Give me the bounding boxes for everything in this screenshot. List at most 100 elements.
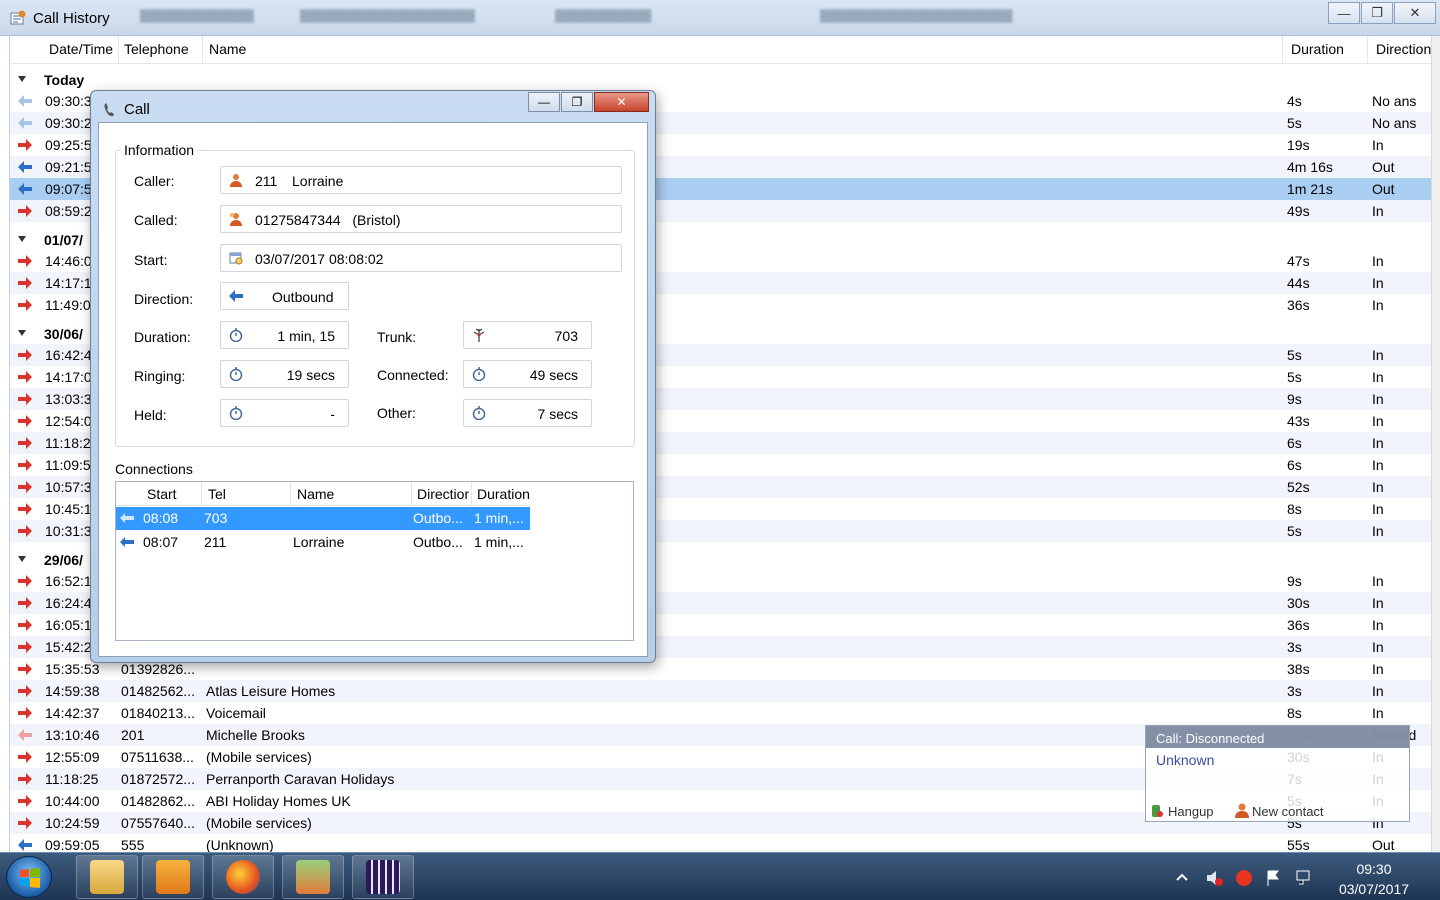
row-duration: 55s bbox=[1287, 837, 1310, 852]
row-datetime: 09:59:05 bbox=[45, 837, 100, 852]
dialog-window-controls: — ❐ ✕ bbox=[527, 92, 649, 112]
notification-header: Call: Disconnected bbox=[1146, 726, 1409, 748]
row-datetime: 11:18:25 bbox=[45, 771, 99, 787]
close-button[interactable]: ✕ bbox=[1394, 2, 1436, 24]
network-icon[interactable] bbox=[1295, 869, 1313, 887]
row-direction: Out bbox=[1372, 837, 1395, 852]
direction-field[interactable]: Outbound bbox=[220, 282, 349, 310]
dialog-minimize-button[interactable]: — bbox=[528, 92, 560, 112]
row-datetime: 10:44:00 bbox=[45, 793, 100, 809]
column-duration[interactable]: Duration bbox=[1291, 41, 1344, 57]
connection-row[interactable]: 08:08 703 Outbo... 1 min,... bbox=[116, 507, 530, 530]
collapse-triangle-icon[interactable] bbox=[18, 236, 26, 242]
row-duration: 1m 21s bbox=[1287, 181, 1333, 197]
conn-column-start[interactable]: Start bbox=[147, 486, 177, 502]
called-field[interactable]: 01275847344 (Bristol) bbox=[220, 205, 622, 233]
ringing-field[interactable]: 19 secs bbox=[220, 360, 349, 388]
other-value: 7 secs bbox=[537, 406, 578, 422]
minimize-button[interactable]: — bbox=[1328, 2, 1360, 24]
row-duration: 8s bbox=[1287, 705, 1302, 721]
row-datetime: 10:45:1 bbox=[45, 501, 92, 517]
column-name[interactable]: Name bbox=[209, 41, 246, 57]
system-clock[interactable]: 09:30 03/07/2017 bbox=[1320, 859, 1428, 899]
column-direction[interactable]: Direction bbox=[1376, 41, 1431, 57]
duration-field[interactable]: 1 min, 15 bbox=[220, 321, 349, 349]
group-header[interactable]: Today bbox=[10, 68, 1431, 92]
new-contact-button[interactable]: New contact bbox=[1252, 804, 1324, 819]
conn-column-direction[interactable]: Direction bbox=[417, 486, 469, 502]
call-notification-popup: Call: Disconnected Unknown Hangup New co… bbox=[1145, 725, 1410, 822]
held-label: Held: bbox=[134, 407, 167, 423]
taskbar-explorer[interactable] bbox=[76, 855, 138, 899]
row-duration: 36s bbox=[1287, 297, 1310, 313]
conn-column-tel[interactable]: Tel bbox=[208, 486, 226, 502]
row-duration: 38s bbox=[1287, 661, 1310, 677]
trunk-icon bbox=[473, 328, 485, 342]
caller-field[interactable]: 211 Lorraine bbox=[220, 166, 622, 194]
table-row[interactable]: 14:42:37 01840213... Voicemail 8s In bbox=[10, 702, 1431, 724]
row-name: Atlas Leisure Homes bbox=[206, 683, 336, 699]
show-hidden-icons-icon[interactable] bbox=[1175, 871, 1189, 883]
row-duration: 52s bbox=[1287, 479, 1310, 495]
taskbar-call-history[interactable] bbox=[352, 855, 414, 899]
table-row[interactable]: 14:59:38 01482562... Atlas Leisure Homes 3s… bbox=[10, 680, 1431, 702]
taskbar-firefox[interactable] bbox=[212, 855, 274, 899]
connected-value: 49 secs bbox=[529, 367, 578, 383]
conn-column-name[interactable]: Name bbox=[297, 486, 334, 502]
trunk-field[interactable]: 703 bbox=[463, 321, 592, 349]
dialog-close-button[interactable]: ✕ bbox=[594, 92, 649, 112]
hangup-button[interactable]: Hangup bbox=[1168, 804, 1214, 819]
outbound-arrow-icon bbox=[229, 290, 243, 302]
row-duration: 5s bbox=[1287, 115, 1302, 131]
inbound-arrow-icon bbox=[18, 139, 32, 151]
collapse-triangle-icon[interactable] bbox=[18, 556, 26, 562]
row-direction: In bbox=[1372, 661, 1384, 677]
row-telephone: 07557640... bbox=[121, 815, 195, 831]
row-direction: In bbox=[1372, 391, 1384, 407]
contact-icon bbox=[230, 213, 242, 226]
row-name: Voicemail bbox=[206, 705, 266, 721]
vertical-scrollbar[interactable] bbox=[1431, 36, 1440, 852]
row-direction: In bbox=[1372, 595, 1384, 611]
row-direction: In bbox=[1372, 683, 1384, 699]
maximize-button[interactable]: ❐ bbox=[1361, 2, 1393, 24]
connections-label: Connections bbox=[115, 461, 193, 477]
row-datetime: 14:17:1 bbox=[45, 275, 92, 291]
dialog-maximize-button[interactable]: ❐ bbox=[561, 92, 593, 112]
inbound-arrow-icon bbox=[18, 349, 32, 361]
row-direction: No ans bbox=[1372, 93, 1417, 109]
row-duration: 47s bbox=[1287, 253, 1310, 269]
taskbar-outlook[interactable] bbox=[142, 855, 204, 899]
taskbar: 09:30 03/07/2017 bbox=[0, 852, 1440, 900]
call-dialog: Call — ❐ ✕ Information Caller: 211 Lorra… bbox=[90, 90, 656, 663]
conn-column-duration[interactable]: Duration bbox=[477, 486, 530, 502]
row-duration: 6s bbox=[1287, 435, 1302, 451]
record-icon[interactable] bbox=[1235, 869, 1253, 887]
other-field[interactable]: 7 secs bbox=[463, 399, 592, 427]
notification-status: Call: Disconnected bbox=[1156, 731, 1265, 746]
held-field[interactable]: - bbox=[220, 399, 349, 427]
start-field[interactable]: 03/07/2017 08:08:02 bbox=[220, 244, 622, 272]
row-datetime: 15:42:2 bbox=[45, 639, 92, 655]
row-duration: 43s bbox=[1287, 413, 1310, 429]
table-row[interactable]: 09:59:05 555 (Unknown) 55s Out bbox=[10, 834, 1431, 852]
connection-start: 08:07 bbox=[143, 534, 179, 550]
row-duration: 19s bbox=[1287, 137, 1310, 153]
inbound-arrow-icon bbox=[18, 459, 32, 471]
speaker-muted-icon[interactable] bbox=[1205, 869, 1223, 887]
column-datetime[interactable]: Date/Time bbox=[49, 41, 121, 57]
stopwatch-icon bbox=[472, 406, 486, 420]
collapse-triangle-icon[interactable] bbox=[18, 76, 26, 82]
row-datetime: 16:42:4 bbox=[45, 347, 92, 363]
taskbar-phone-app[interactable] bbox=[282, 855, 344, 899]
collapse-triangle-icon[interactable] bbox=[18, 330, 26, 336]
row-direction: In bbox=[1372, 457, 1384, 473]
row-duration: 5s bbox=[1287, 347, 1302, 363]
row-duration: 44s bbox=[1287, 275, 1310, 291]
column-telephone[interactable]: Telephone bbox=[124, 41, 189, 57]
connected-field[interactable]: 49 secs bbox=[463, 360, 592, 388]
action-center-flag-icon[interactable] bbox=[1265, 869, 1283, 887]
row-direction: In bbox=[1372, 137, 1384, 153]
connection-row[interactable]: 08:07 211 Lorraine Outbo... 1 min,... bbox=[116, 531, 530, 554]
start-button[interactable] bbox=[6, 856, 52, 898]
